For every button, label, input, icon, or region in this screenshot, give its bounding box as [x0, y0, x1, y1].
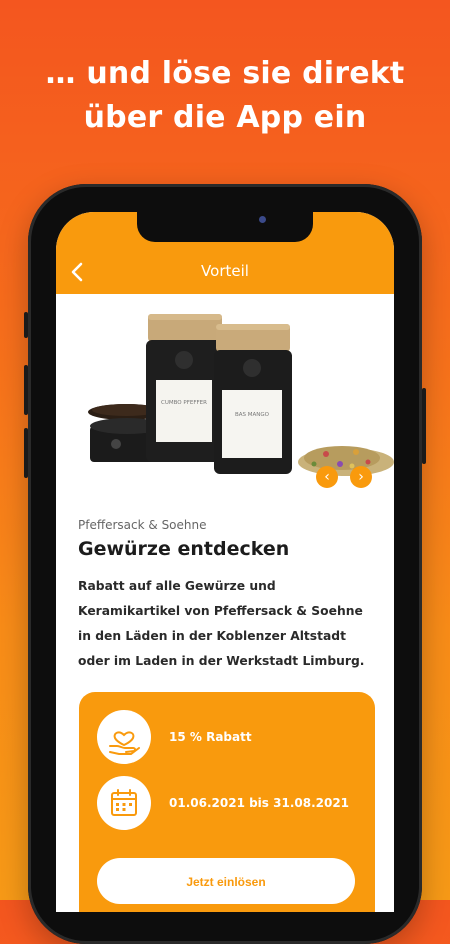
date-icon-circle [97, 776, 151, 830]
offer-card: 15 % Rabatt 01.06.2021 bis 31.08.2021 Je… [79, 692, 375, 912]
phone-power-button [422, 388, 426, 464]
phone-notch [137, 212, 313, 242]
promo-headline: … und löse sie direkt über die App ein [0, 52, 450, 140]
jar-right-label: BAS MANGO [235, 412, 270, 418]
spice-jars-illustration: CUMBO PFEFFER BAS MANGO [88, 314, 394, 476]
headline-line-1: … und löse sie direkt [45, 56, 405, 91]
phone-volume-up [24, 365, 28, 415]
jar-left-label: CUMBO PFEFFER [161, 400, 207, 406]
partner-name: Pfeffersack & Soehne [78, 518, 207, 532]
headline-line-2: über die App ein [83, 100, 367, 135]
phone-mute-switch [24, 312, 28, 338]
offer-title: Gewürze entdecken [78, 538, 290, 560]
validity-dates: 01.06.2021 bis 31.08.2021 [169, 796, 350, 810]
app-screen: Vorteil CUMBO PFEFFER BAS MANGO ‹ › Pfef… [56, 212, 394, 912]
page-title: Vorteil [201, 262, 249, 280]
calendar-icon [111, 789, 137, 816]
carousel-prev-button[interactable]: ‹ [316, 466, 338, 488]
camera-icon [259, 216, 266, 223]
phone-volume-down [24, 428, 28, 478]
chevron-right-icon: › [358, 469, 364, 485]
heart-hand-icon [109, 731, 140, 755]
chevron-left-icon: ‹ [324, 469, 330, 485]
discount-icon-circle [97, 710, 151, 764]
discount-text: 15 % Rabatt [169, 730, 252, 744]
redeem-button[interactable]: Jetzt einlösen [97, 858, 355, 904]
product-image[interactable]: CUMBO PFEFFER BAS MANGO ‹ › [56, 294, 394, 494]
offer-description: Rabatt auf alle Gewürze und Keramikartik… [78, 579, 365, 668]
carousel-next-button[interactable]: › [350, 466, 372, 488]
